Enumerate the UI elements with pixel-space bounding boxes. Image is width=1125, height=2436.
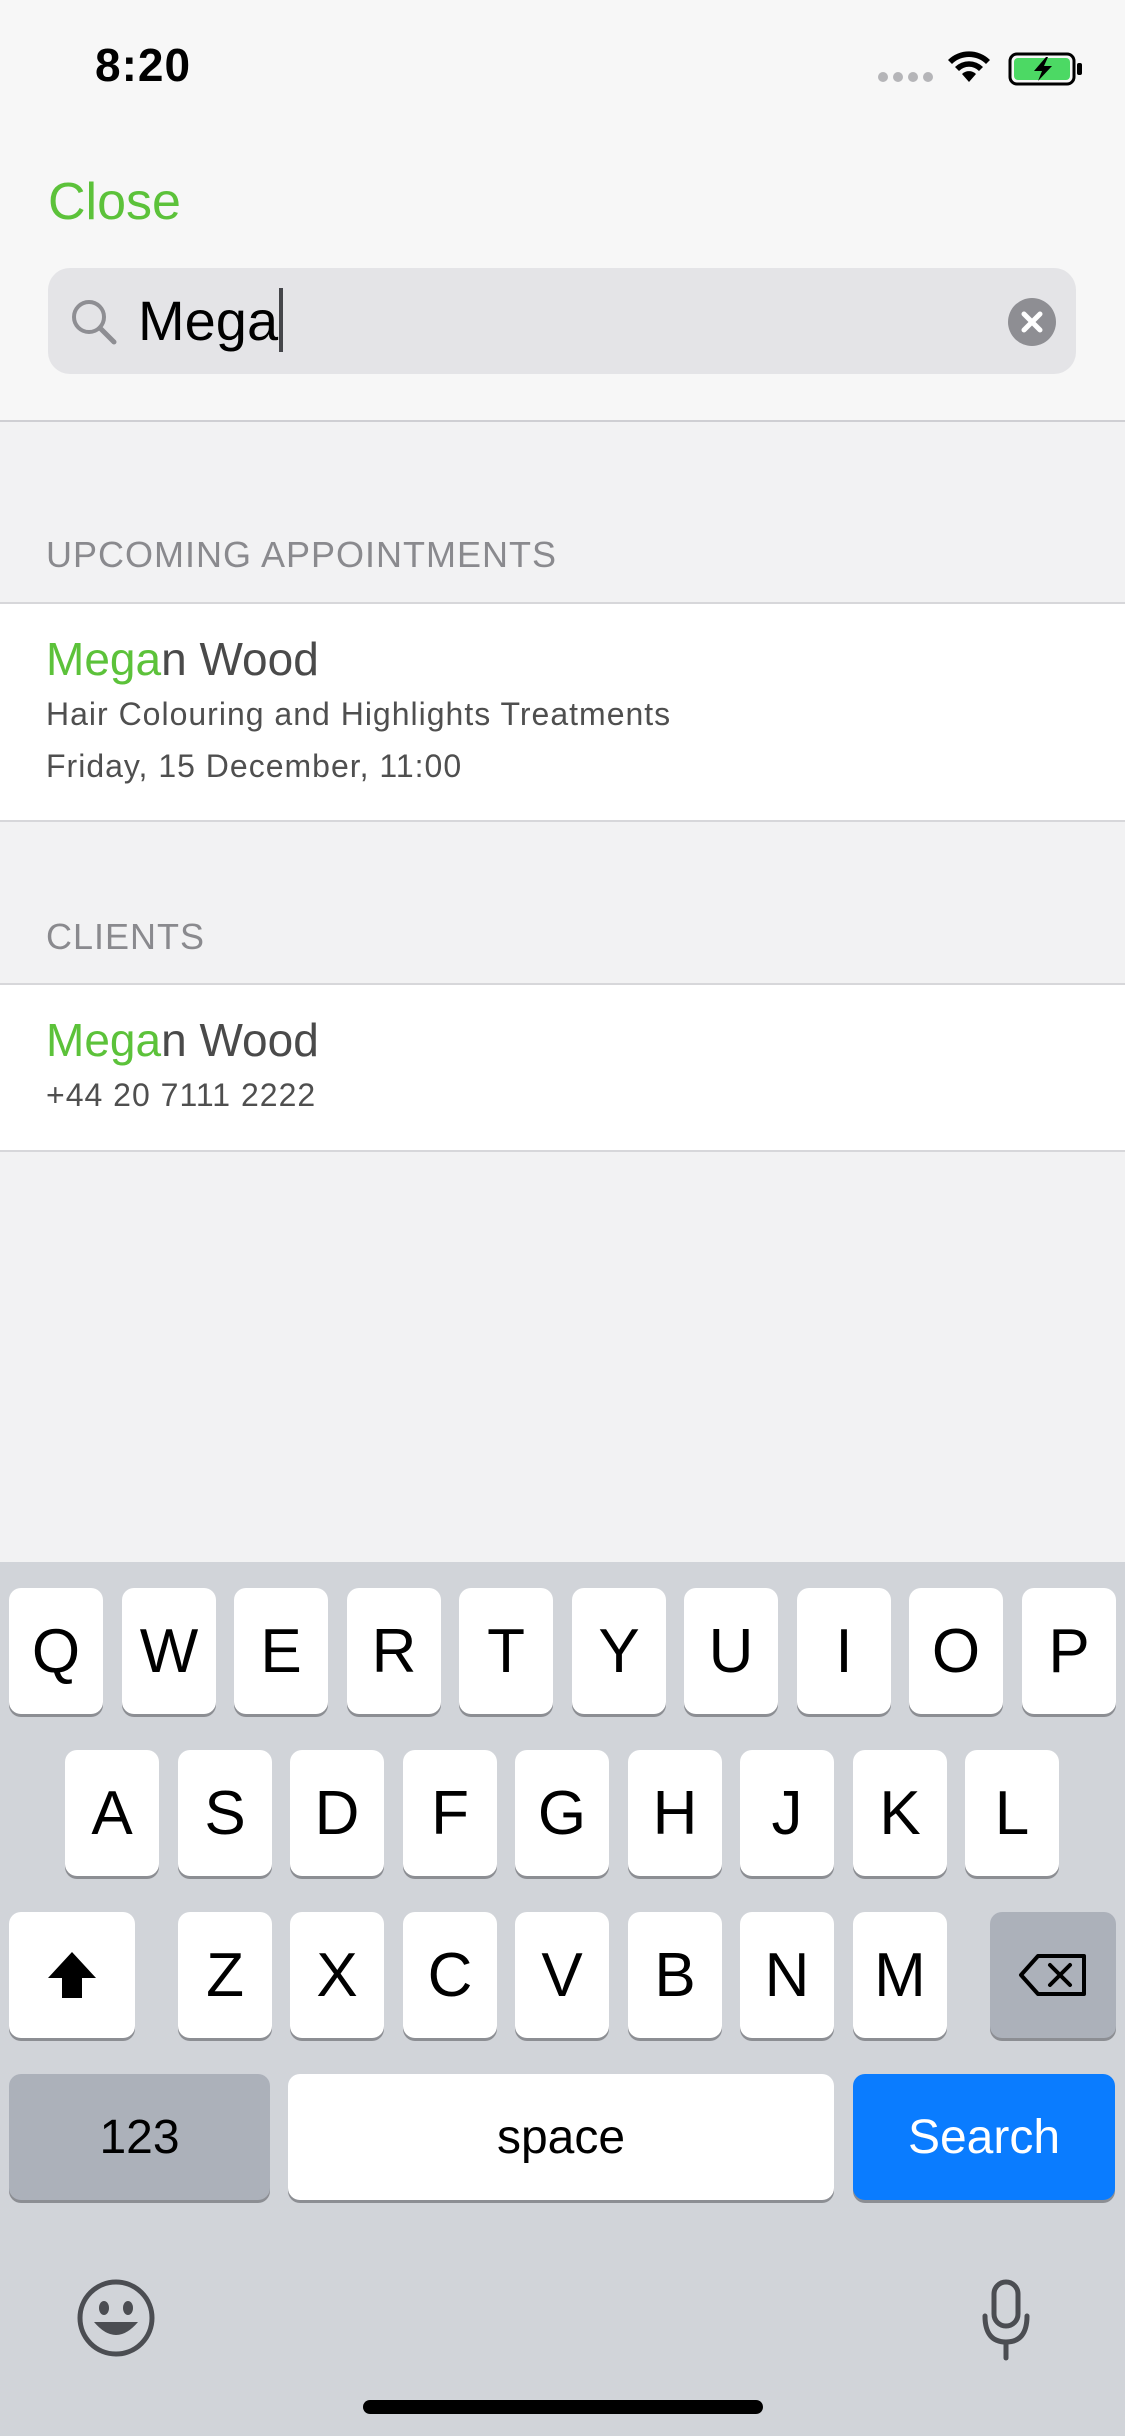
search-input[interactable]: Mega — [138, 288, 284, 354]
key-r[interactable]: R — [347, 1588, 441, 1714]
appointment-service: Hair Colouring and Highlights Treatments — [46, 696, 672, 732]
search-key[interactable]: Search — [853, 2074, 1115, 2200]
wifi-icon — [948, 51, 990, 82]
key-q[interactable]: Q — [9, 1588, 103, 1714]
shift-icon — [48, 1952, 96, 1998]
clear-search-button[interactable] — [1008, 298, 1056, 346]
name-match-highlight: Mega — [46, 1014, 162, 1066]
key-n[interactable]: N — [740, 1912, 834, 2038]
key-f[interactable]: F — [403, 1750, 497, 1876]
name-match-highlight: Mega — [46, 633, 162, 685]
key-e[interactable]: E — [234, 1588, 328, 1714]
search-header: Close Mega — [0, 132, 1125, 422]
key-z[interactable]: Z — [178, 1912, 272, 2038]
appointment-client-name: Megan Wood — [46, 632, 319, 686]
microphone-icon[interactable] — [980, 2278, 1032, 2362]
search-bar[interactable]: Mega — [48, 268, 1076, 374]
delete-key[interactable] — [990, 1912, 1116, 2038]
keyboard: Q W E R T Y U I O P A S D F G H J K L Z … — [0, 1562, 1125, 2436]
key-w[interactable]: W — [122, 1588, 216, 1714]
search-icon — [72, 300, 117, 345]
close-button[interactable]: Close — [48, 172, 181, 232]
key-a[interactable]: A — [65, 1750, 159, 1876]
key-k[interactable]: K — [853, 1750, 947, 1876]
client-phone: +44 20 7111 2222 — [46, 1077, 317, 1113]
key-v[interactable]: V — [515, 1912, 609, 2038]
name-rest: n Wood — [161, 1014, 319, 1066]
client-row[interactable]: Megan Wood +44 20 7111 2222 — [0, 983, 1125, 1152]
section-header-clients: CLIENTS — [46, 916, 206, 957]
key-x[interactable]: X — [290, 1912, 384, 2038]
status-time: 8:20 — [95, 39, 192, 91]
key-h[interactable]: H — [628, 1750, 722, 1876]
key-m[interactable]: M — [853, 1912, 947, 2038]
key-o[interactable]: O — [909, 1588, 1003, 1714]
search-input-text: Mega — [138, 289, 279, 352]
section-header-upcoming: UPCOMING APPOINTMENTS — [46, 534, 558, 575]
home-indicator[interactable] — [363, 2400, 763, 2414]
name-rest: n Wood — [161, 633, 319, 685]
key-s[interactable]: S — [178, 1750, 272, 1876]
status-bar: 8:20 — [0, 0, 1125, 132]
space-key[interactable]: space — [288, 2074, 834, 2200]
shift-key[interactable] — [9, 1912, 135, 2038]
key-i[interactable]: I — [797, 1588, 891, 1714]
key-l[interactable]: L — [965, 1750, 1059, 1876]
text-caret — [279, 288, 284, 352]
numbers-key[interactable]: 123 — [9, 2074, 270, 2200]
backspace-icon — [1019, 1954, 1086, 1996]
clear-icon — [1021, 311, 1043, 333]
key-c[interactable]: C — [403, 1912, 497, 2038]
key-t[interactable]: T — [459, 1588, 553, 1714]
battery-charging-icon — [1008, 52, 1082, 86]
key-p[interactable]: P — [1022, 1588, 1116, 1714]
client-name: Megan Wood — [46, 1013, 319, 1067]
key-y[interactable]: Y — [572, 1588, 666, 1714]
appointment-datetime: Friday, 15 December, 11:00 — [46, 748, 463, 784]
key-b[interactable]: B — [628, 1912, 722, 2038]
cellular-signal-icon — [878, 72, 933, 82]
key-j[interactable]: J — [740, 1750, 834, 1876]
key-u[interactable]: U — [684, 1588, 778, 1714]
emoji-icon[interactable] — [76, 2278, 156, 2358]
appointment-row[interactable]: Megan Wood Hair Colouring and Highlights… — [0, 602, 1125, 822]
key-g[interactable]: G — [515, 1750, 609, 1876]
key-d[interactable]: D — [290, 1750, 384, 1876]
